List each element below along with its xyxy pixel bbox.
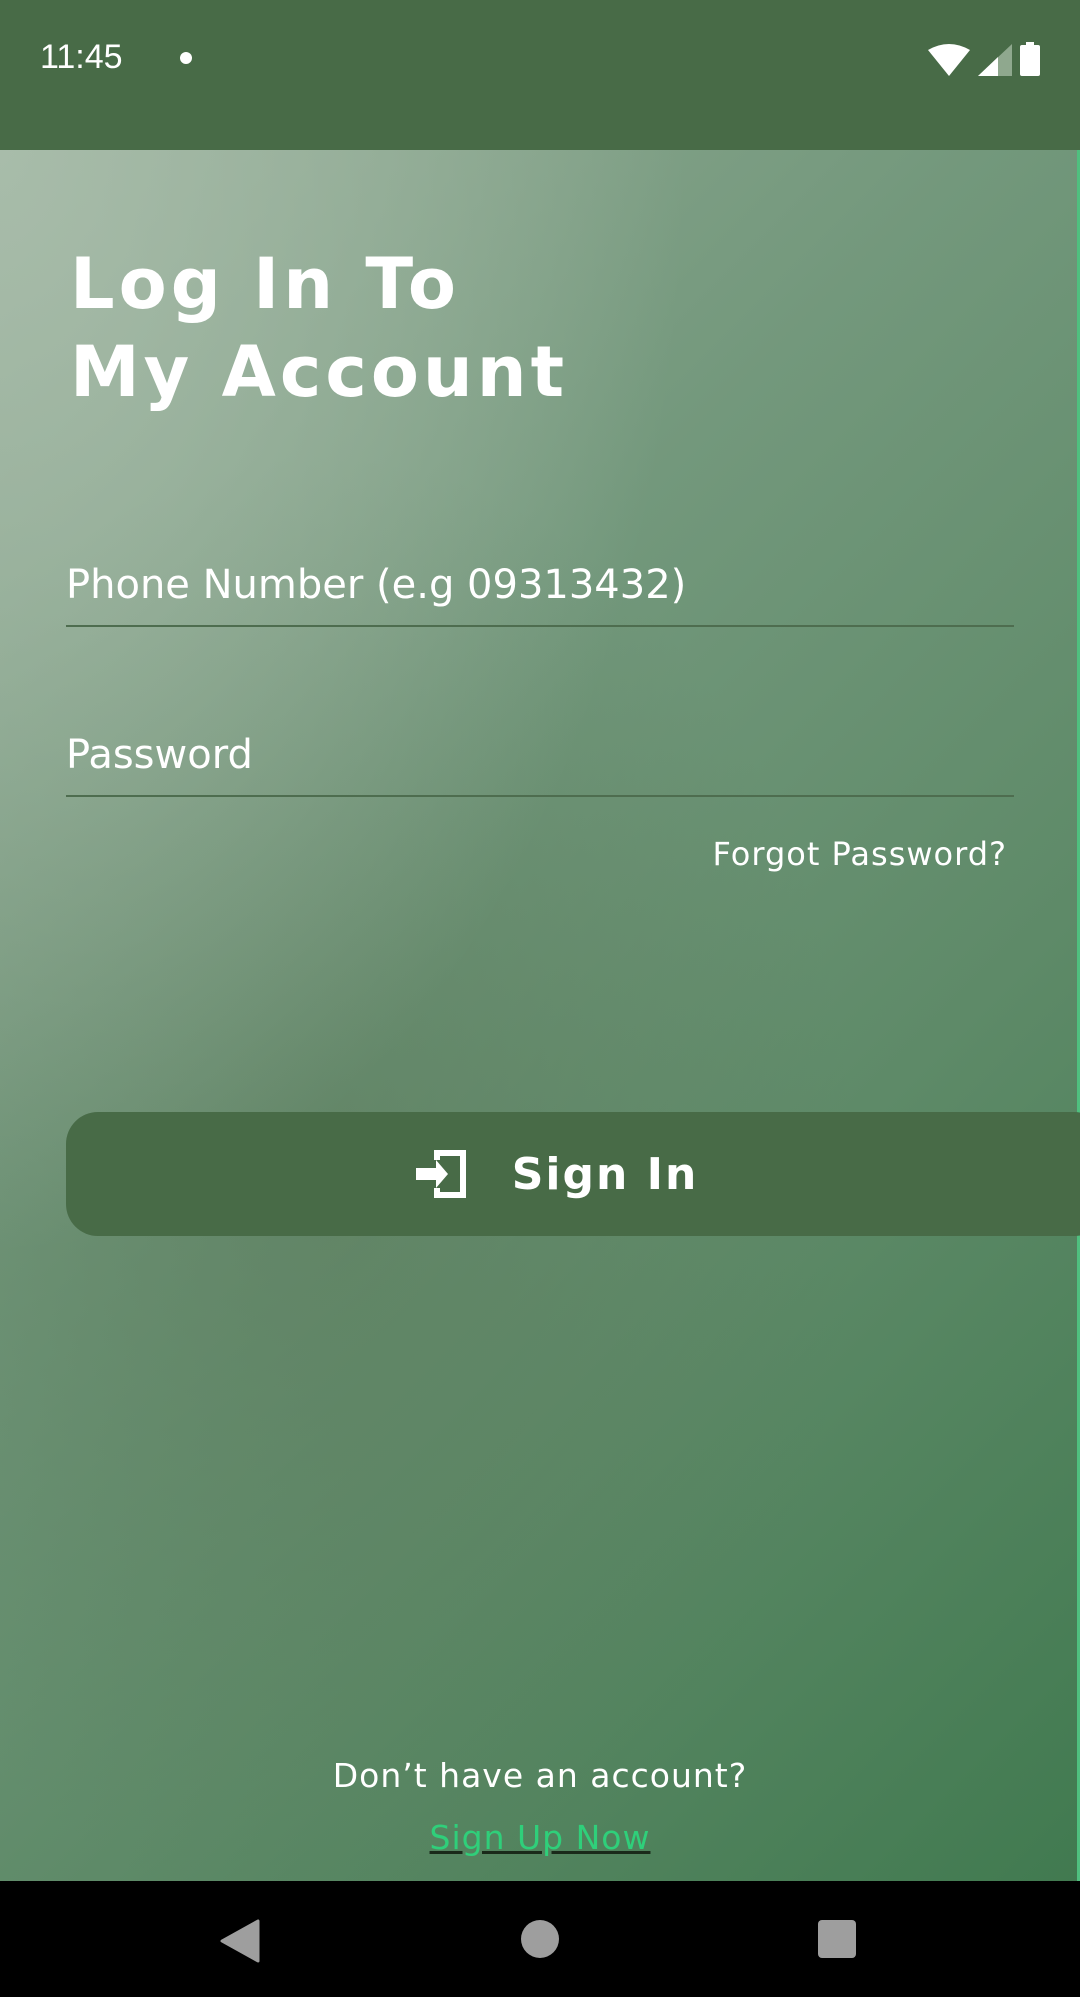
page-title: Log In To My Account [70, 240, 568, 416]
signal-icon [978, 44, 1012, 76]
sign-up-link[interactable]: Sign Up Now [430, 1818, 651, 1857]
status-time: 11:45 [40, 38, 123, 76]
battery-icon [1020, 42, 1040, 76]
back-icon[interactable] [218, 1919, 262, 1963]
login-icon [415, 1150, 466, 1198]
phone-field[interactable] [66, 545, 1014, 627]
title-line-2: My Account [70, 331, 569, 413]
recents-icon[interactable] [817, 1919, 857, 1959]
sign-in-button[interactable]: Sign In [66, 1112, 1080, 1236]
phone-input[interactable] [66, 545, 1014, 625]
password-field[interactable] [66, 715, 1014, 797]
forgot-password-link[interactable]: Forgot Password? [713, 835, 1008, 873]
login-screen: Log In To My Account Forgot Password? Si… [0, 150, 1080, 1881]
no-account-text: Don’t have an account? [332, 1756, 748, 1795]
navigation-bar [0, 1881, 1080, 1997]
home-icon[interactable] [520, 1919, 560, 1959]
password-input[interactable] [66, 715, 1014, 795]
sign-in-label: Sign In [511, 1148, 699, 1200]
title-line-1: Log In To [70, 243, 460, 325]
wifi-icon [928, 44, 970, 76]
status-bar: 11:45 [0, 0, 1080, 150]
notification-dot-icon [180, 52, 192, 64]
